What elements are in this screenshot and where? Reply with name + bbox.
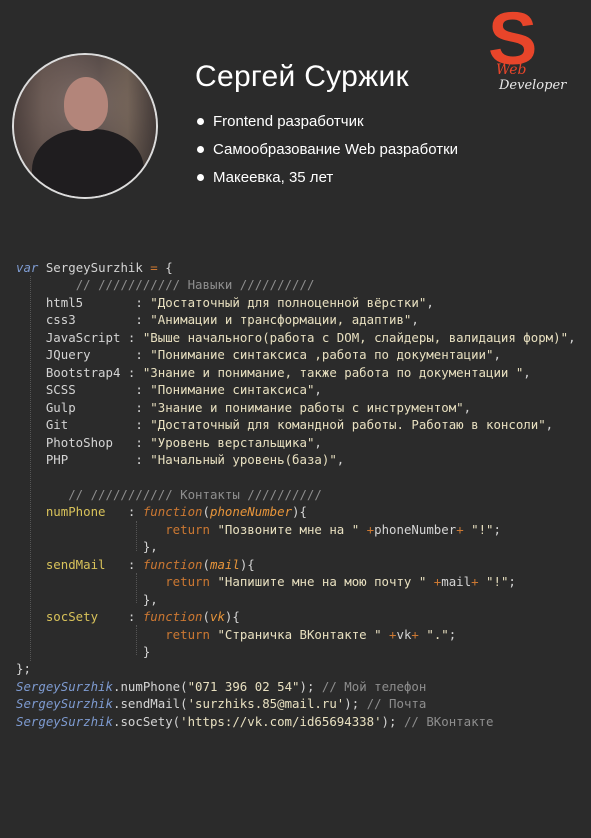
skill-row: JQuery : "Понимание синтаксиса ,работа п… [45, 347, 501, 363]
contacts-list: numPhone : function(phoneNumber){ return… [16, 504, 516, 659]
skill-row: PHP : "Начальный уровень(база)", [45, 451, 345, 467]
contact-method: socSety : function(vk){ return "Страничк… [45, 609, 457, 659]
logo-developer-text: Developer [499, 78, 567, 93]
skill-row: Bootstrap4 : "Знание и понимание, также … [45, 364, 531, 380]
bullet-dot-icon [197, 174, 204, 181]
bullet-dot-icon [197, 146, 204, 153]
skill-row: SCSS : "Понимание синтаксиса", [45, 382, 322, 398]
call-line: SergeySurzhik.numPhone("071 396 02 54");… [16, 678, 427, 694]
skill-row: JavaScript : "Выше начального(работа с D… [45, 329, 576, 345]
photo-body [32, 129, 144, 197]
bullet-location: Макеевка, 35 лет [197, 168, 458, 196]
logo-web-text: Web [496, 62, 527, 78]
bullet-dot-icon [197, 118, 204, 125]
skill-row: css3 : "Анимации и трансформации, адапти… [45, 312, 419, 328]
object-close: }; [16, 661, 31, 677]
photo-head [64, 77, 108, 131]
call-line: SergeySurzhik.sendMail('surzhiks.85@mail… [16, 696, 427, 712]
skill-row: Gulp : "Знание и понимание работы с инст… [45, 399, 472, 415]
code-block: var SergeySurzhik = { // /////////// Нав… [16, 260, 576, 729]
skills-comment: // /////////// Навыки ////////// [75, 277, 315, 293]
web-developer-logo: S Web Developer [488, 2, 578, 94]
skill-row: Git : "Достаточный для командной работы.… [45, 417, 554, 433]
skill-row: html5 : "Достаточный для полноценной вёр… [45, 294, 434, 310]
contact-method: numPhone : function(phoneNumber){ return… [45, 504, 501, 555]
contacts-comment: // /////////// Контакты ////////// [68, 486, 322, 502]
bullet-education: Самообразование Web разработки [197, 140, 458, 168]
skills-list: html5 : "Достаточный для полноценной вёр… [16, 295, 576, 467]
call-line: SergeySurzhik.socSety('https://vk.com/id… [16, 713, 494, 729]
skill-row: PhotoShop : "Уровень верстальщика", [45, 434, 322, 450]
contact-method: sendMail : function(mail){ return "Напиш… [45, 556, 516, 607]
calls-list: SergeySurzhik.numPhone("071 396 02 54");… [16, 679, 493, 729]
avatar [12, 53, 158, 199]
bullet-role: Frontend разработчик [197, 112, 458, 140]
profile-bullets: Frontend разработчик Самообразование Web… [197, 112, 458, 196]
profile-name: Сергей Суржик [195, 60, 409, 93]
